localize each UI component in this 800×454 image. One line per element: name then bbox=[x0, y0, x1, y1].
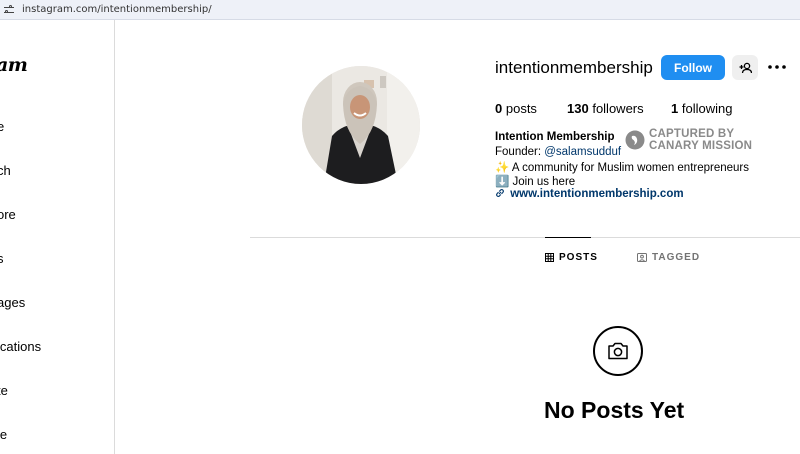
bio-line-community: ✨ A community for Muslim women entrepren… bbox=[495, 160, 749, 174]
empty-state-camera bbox=[593, 326, 643, 376]
tune-icon[interactable] bbox=[4, 4, 14, 15]
followers-count-value: 130 bbox=[567, 101, 589, 116]
watermark-line-1: CAPTURED BY bbox=[649, 128, 735, 140]
canary-seal-icon bbox=[625, 130, 645, 150]
posts-count-value: 0 bbox=[495, 101, 503, 116]
camera-icon bbox=[608, 342, 628, 360]
sidebar-item-reels[interactable]: s bbox=[0, 251, 4, 266]
address-url[interactable]: instagram.com/intentionmembership/ bbox=[22, 4, 212, 15]
link-icon bbox=[496, 189, 504, 197]
followers-count[interactable]: 130 followers bbox=[567, 101, 644, 116]
sidebar: am e ch ore s ages ications te le bbox=[0, 20, 115, 454]
instagram-logo[interactable]: am bbox=[0, 54, 28, 76]
sidebar-item-home[interactable]: e bbox=[0, 119, 4, 134]
tab-posts-label: POSTS bbox=[559, 252, 598, 263]
sidebar-item-explore[interactable]: ore bbox=[0, 207, 16, 222]
grid-icon bbox=[545, 253, 554, 262]
following-count[interactable]: 1 following bbox=[671, 101, 732, 116]
profile-avatar[interactable] bbox=[302, 66, 420, 184]
website-url[interactable]: www.intentionmembership.com bbox=[510, 188, 683, 200]
founder-mention-link[interactable]: @salamsudduf bbox=[544, 146, 621, 158]
tagged-icon bbox=[637, 253, 647, 262]
followers-count-label: followers bbox=[592, 101, 644, 116]
suggested-accounts-button[interactable] bbox=[732, 55, 758, 80]
sidebar-item-search[interactable]: ch bbox=[0, 163, 11, 178]
following-count-label: following bbox=[681, 101, 733, 116]
sparkles-icon: ✨ bbox=[495, 162, 510, 174]
canary-mission-watermark: CAPTURED BY CANARY MISSION bbox=[625, 128, 752, 152]
avatar-photo bbox=[302, 66, 420, 184]
follow-button[interactable]: Follow bbox=[661, 55, 725, 80]
sidebar-item-create[interactable]: te bbox=[0, 383, 8, 398]
posts-count-label: posts bbox=[505, 101, 537, 116]
tab-tagged-label: TAGGED bbox=[652, 252, 701, 263]
following-count-value: 1 bbox=[671, 101, 679, 116]
bio-line-join: ⬇️ Join us here bbox=[495, 174, 575, 188]
profile-website-link[interactable]: www.intentionmembership.com bbox=[495, 188, 684, 200]
bio-community-text: A community for Muslim women entrepreneu… bbox=[511, 162, 750, 174]
bio-join-text: Join us here bbox=[512, 176, 576, 188]
tabs-divider bbox=[250, 237, 800, 238]
ellipsis-icon bbox=[768, 65, 786, 69]
active-tab-indicator bbox=[545, 237, 591, 238]
browser-address-bar[interactable]: instagram.com/intentionmembership/ bbox=[0, 0, 800, 20]
tab-tagged[interactable]: TAGGED bbox=[637, 252, 700, 263]
tab-posts[interactable]: POSTS bbox=[545, 252, 598, 263]
profile-display-name: Intention Membership bbox=[495, 131, 615, 143]
sidebar-item-notifications[interactable]: ications bbox=[0, 339, 41, 354]
sidebar-item-messages[interactable]: ages bbox=[0, 295, 25, 310]
bio-founder-prefix: Founder: bbox=[495, 146, 545, 158]
sidebar-item-profile[interactable]: le bbox=[0, 427, 7, 442]
down-arrow-icon: ⬇️ bbox=[495, 176, 510, 188]
profile-username: intentionmembership bbox=[495, 58, 653, 77]
add-person-icon bbox=[739, 62, 752, 73]
more-options-button[interactable] bbox=[766, 58, 788, 76]
watermark-line-2: CANARY MISSION bbox=[649, 140, 753, 152]
bio-founder-line: Founder: @salamsudduf bbox=[495, 146, 621, 158]
empty-state-title: No Posts Yet bbox=[544, 397, 685, 423]
posts-count: 0 posts bbox=[495, 101, 537, 116]
